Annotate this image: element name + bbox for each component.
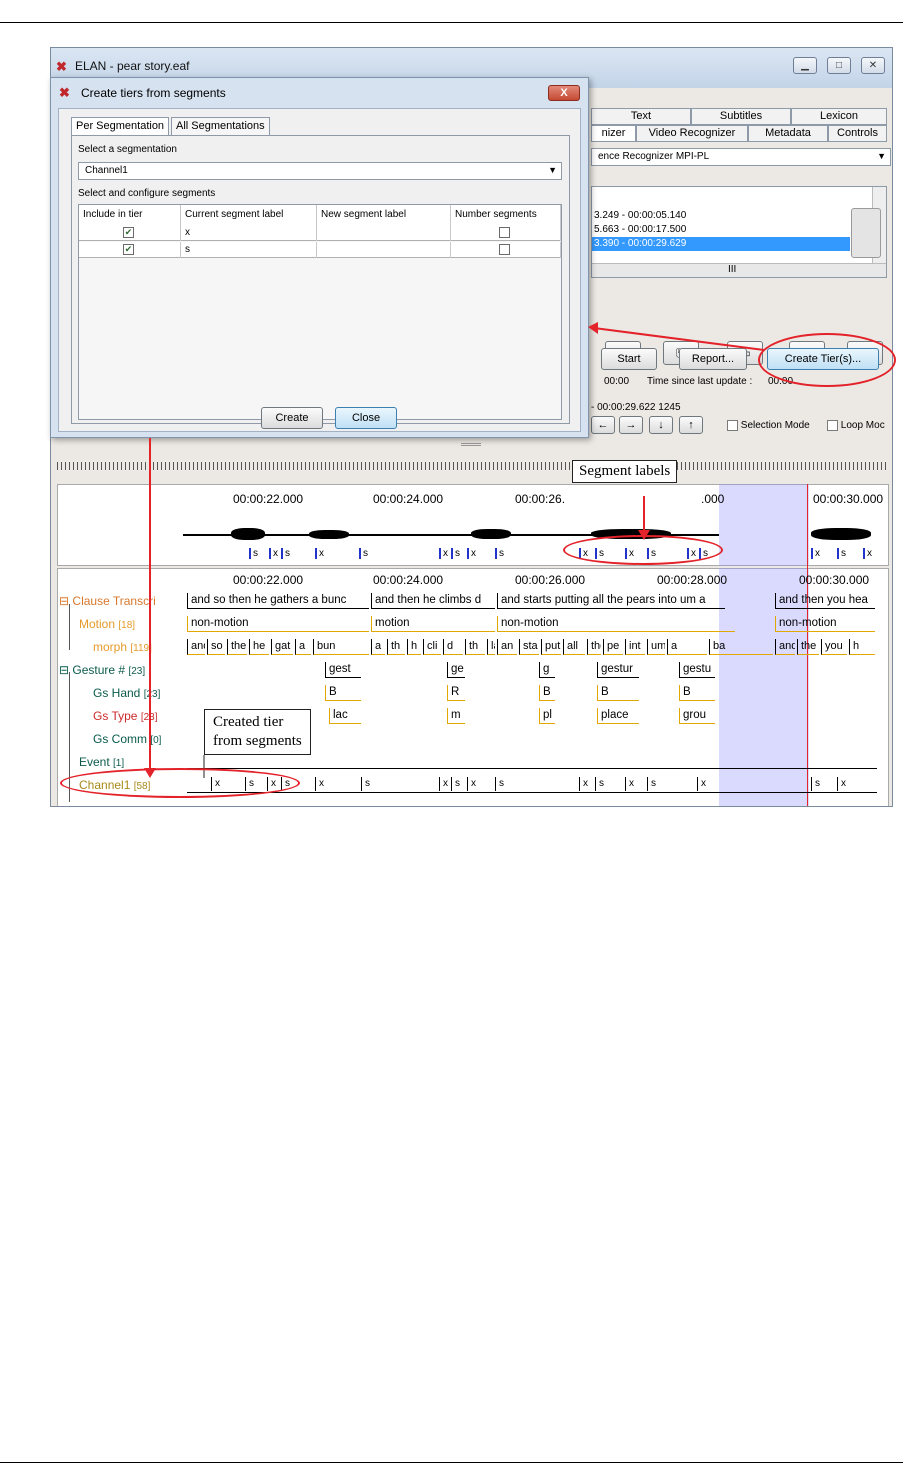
- annotation-arrows: [144, 322, 765, 778]
- page-bottom-rule: [0, 1462, 903, 1463]
- created-tier-callout: Created tier from segments: [204, 709, 311, 755]
- arrow-line: [593, 327, 765, 351]
- create-tiers-highlight: [758, 333, 896, 387]
- segment-labels-highlight: [563, 535, 723, 565]
- channel1-highlight: [60, 768, 300, 798]
- segment-labels-callout: Segment labels: [572, 460, 678, 483]
- arrow-head: [588, 322, 598, 334]
